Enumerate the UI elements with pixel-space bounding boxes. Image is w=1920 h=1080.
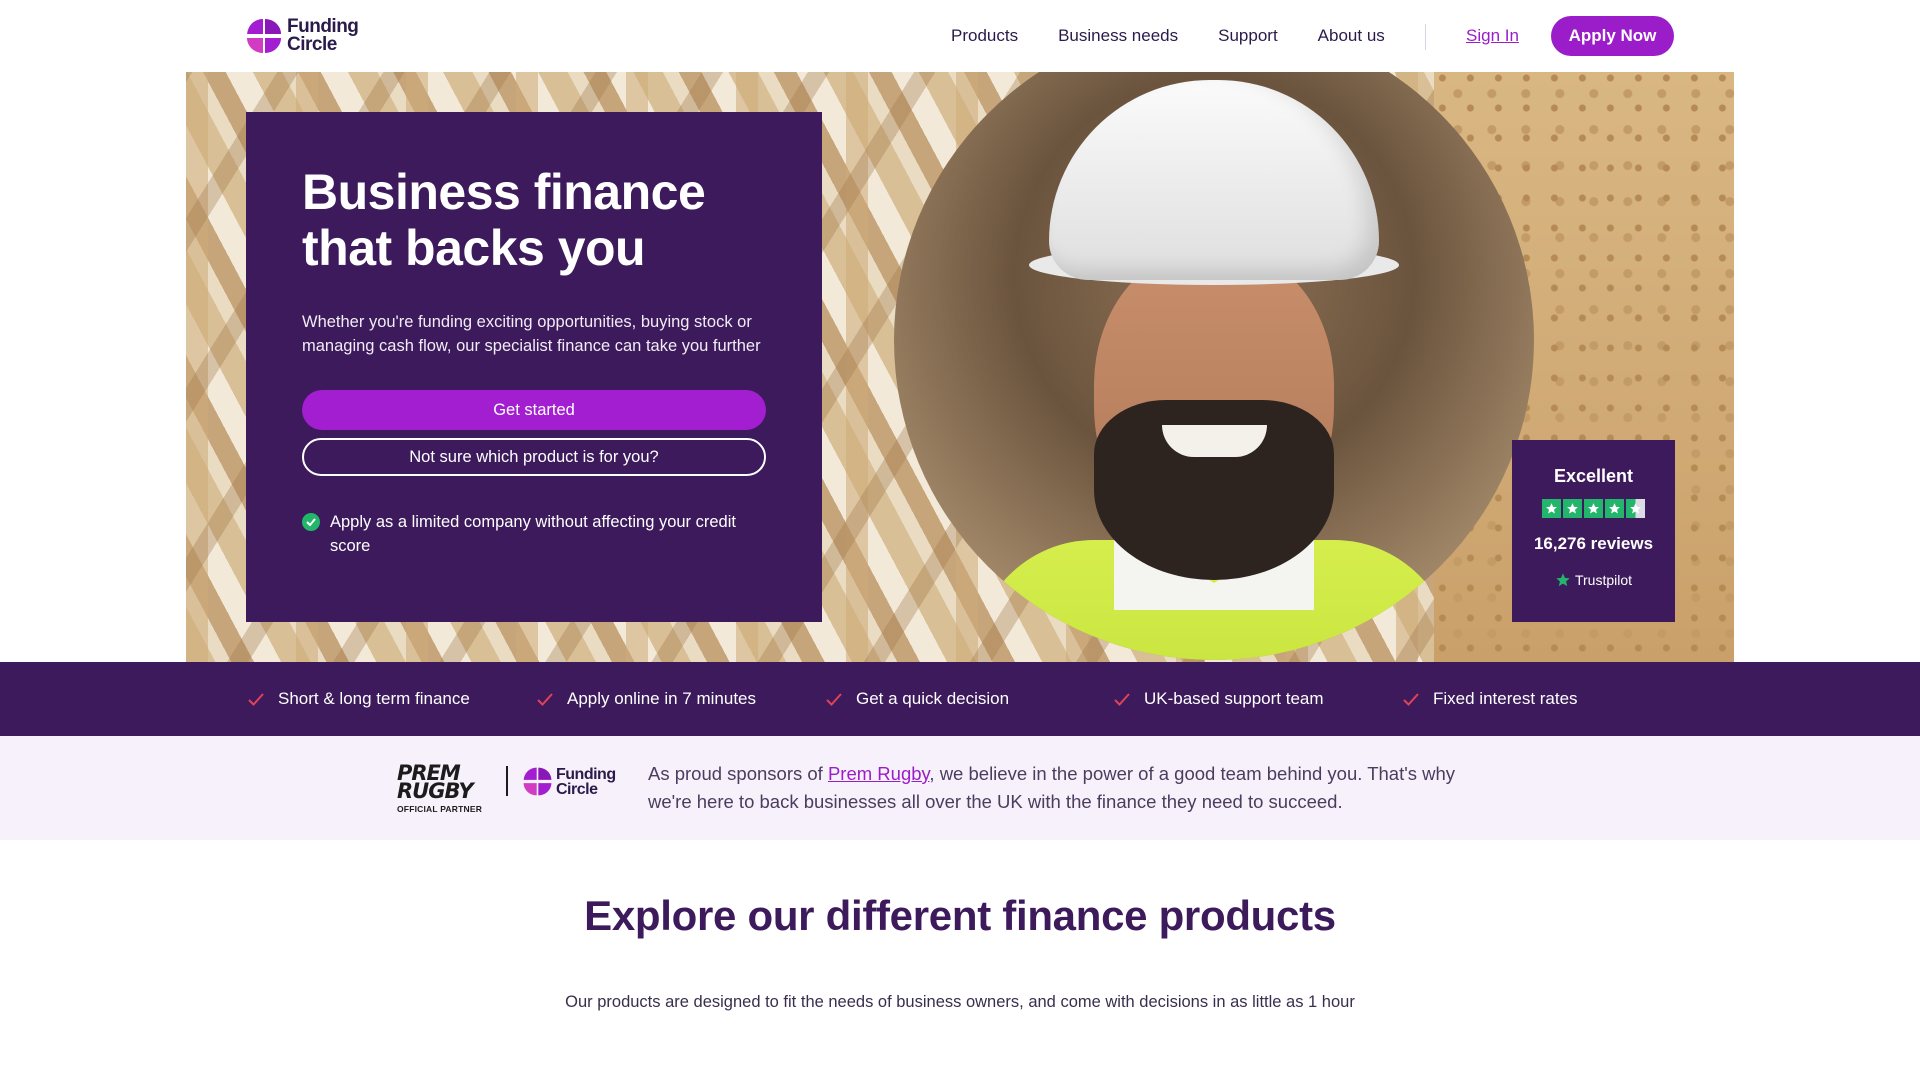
product-finder-button[interactable]: Not sure which product is for you?: [302, 438, 766, 476]
prem-rugby-link[interactable]: Prem Rugby: [828, 763, 929, 784]
star-icon: [1605, 499, 1624, 518]
credit-score-text: Apply as a limited company without affec…: [330, 513, 736, 555]
star-icon: [1542, 499, 1561, 518]
logo-text: Funding Circle: [287, 17, 359, 55]
check-icon: [1403, 692, 1419, 706]
sponsor-logo-line-2: Circle: [556, 780, 598, 798]
usp-item: Fixed interest rates: [1403, 688, 1578, 710]
trustpilot-stars: [1542, 499, 1645, 518]
trustpilot-star-icon: [1556, 573, 1570, 587]
get-started-button[interactable]: Get started: [302, 390, 766, 430]
usp-item: Apply online in 7 minutes: [537, 688, 756, 710]
check-icon: [248, 692, 264, 706]
funding-circle-sponsor-logo: Funding Circle: [522, 766, 616, 797]
sign-in-link[interactable]: Sign In: [1466, 22, 1519, 50]
usp-item: UK-based support team: [1114, 688, 1324, 710]
logo-line-2: Circle: [287, 34, 337, 55]
nav-business-needs[interactable]: Business needs: [1058, 22, 1178, 50]
nav-support[interactable]: Support: [1218, 22, 1278, 50]
star-icon: [1563, 499, 1582, 518]
usp-item: Get a quick decision: [826, 688, 1009, 710]
explore-products-subtitle: Our products are designed to fit the nee…: [565, 993, 1355, 1011]
hero-subtitle: Whether you're funding exciting opportun…: [302, 313, 761, 355]
hero-card: Business finance that backs you Whether …: [246, 112, 822, 622]
trustpilot-brand: Trustpilot: [1555, 572, 1632, 588]
trustpilot-rating-label: Excellent: [1553, 466, 1634, 486]
usp-label: UK-based support team: [1144, 689, 1324, 708]
funding-circle-logo-icon: [247, 19, 281, 53]
hero-section: Business finance that backs you Whether …: [186, 72, 1734, 662]
explore-products-title: Explore our different finance products: [584, 892, 1336, 939]
main-nav: Products Business needs Support About us: [951, 22, 1385, 50]
usp-label: Get a quick decision: [856, 689, 1010, 708]
trustpilot-widget[interactable]: Excellent 16,276 reviews Trustpilot: [1512, 440, 1675, 622]
check-circle-icon: [302, 513, 320, 531]
usp-bar: Short & long term finance Apply online i…: [0, 662, 1920, 736]
logo-divider: [506, 766, 508, 796]
nav-about-us[interactable]: About us: [1318, 22, 1385, 50]
prem-rugby-logo: PREM RUGBY OFFICIAL PARTNER: [397, 763, 493, 815]
trustpilot-review-count: 16,276 reviews: [1533, 534, 1654, 553]
usp-label: Fixed interest rates: [1433, 689, 1578, 708]
funding-circle-logo-icon: [523, 767, 552, 796]
site-header: Funding Circle Products Business needs S…: [0, 0, 1920, 72]
credit-score-note: Apply as a limited company without affec…: [302, 510, 772, 558]
check-icon: [537, 692, 553, 706]
usp-label: Short & long term finance: [278, 689, 470, 708]
nav-divider: [1425, 24, 1426, 50]
nav-products[interactable]: Products: [951, 22, 1018, 50]
usp-item: Short & long term finance: [248, 688, 470, 710]
sponsor-logo-line-1: Funding: [556, 765, 616, 783]
check-icon: [826, 692, 842, 706]
check-icon: [1114, 692, 1130, 706]
hero-title: Business finance that backs you: [302, 164, 706, 276]
usp-label: Apply online in 7 minutes: [567, 689, 757, 708]
prem-logo-line-2: RUGBY: [397, 779, 474, 803]
sponsor-text: As proud sponsors of Prem Rugby, we beli…: [648, 760, 1498, 816]
half-star-icon: [1626, 499, 1645, 518]
star-icon: [1584, 499, 1603, 518]
sponsor-banner: PREM RUGBY OFFICIAL PARTNER Funding Circ…: [0, 736, 1920, 840]
funding-circle-logo[interactable]: Funding Circle: [245, 17, 359, 55]
sponsor-text-before: As proud sponsors of: [648, 763, 828, 784]
trustpilot-brand-text: Trustpilot: [1574, 572, 1633, 588]
official-partner-caption: OFFICIAL PARTNER: [397, 804, 483, 814]
apply-now-button[interactable]: Apply Now: [1551, 16, 1674, 56]
